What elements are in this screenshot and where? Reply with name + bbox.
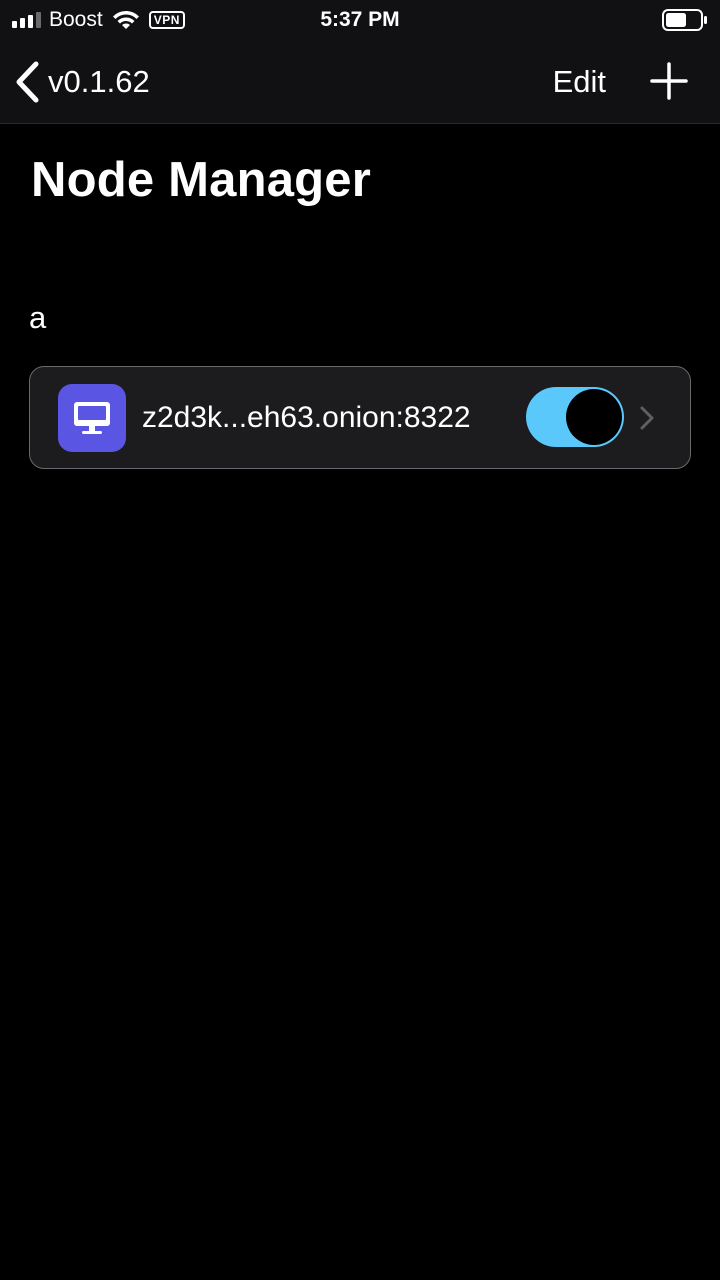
plus-icon[interactable] [650,62,688,100]
navigation-bar: v0.1.62 Edit [0,40,720,124]
wifi-icon [112,10,139,29]
battery-icon [662,9,707,31]
screen: Boost VPN 5:37 PM v0.1.62 Edit Node Mana… [0,0,720,1280]
node-icon-container [58,384,126,452]
chevron-left-icon [16,61,39,103]
vpn-badge: VPN [148,11,185,29]
section-header: a [29,300,47,335]
node-row[interactable]: z2d3k...eh63.onion:8322 [29,366,691,469]
desktop-icon [74,402,110,434]
edit-button[interactable]: Edit [553,62,606,102]
chevron-right-icon [640,406,654,430]
signal-strength-icon [12,12,41,28]
carrier-name: Boost [49,8,103,31]
page-title: Node Manager [31,153,372,207]
status-bar-left: Boost VPN [12,8,185,32]
status-bar: Boost VPN 5:37 PM [0,0,720,40]
back-button[interactable]: v0.1.62 [14,58,150,106]
node-enabled-toggle[interactable] [526,387,624,447]
back-button-label: v0.1.62 [48,64,150,99]
node-address: z2d3k...eh63.onion:8322 [142,401,471,434]
toggle-knob [566,389,622,445]
